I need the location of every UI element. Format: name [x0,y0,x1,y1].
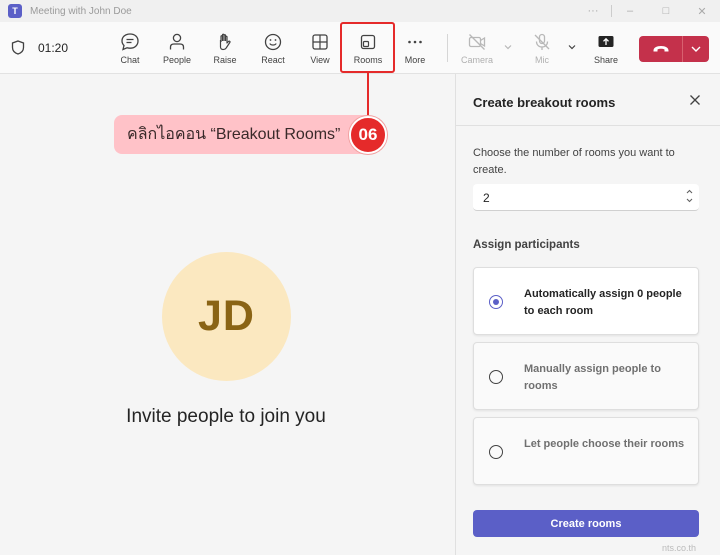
option-manual-assign[interactable]: Manually assign people to rooms [473,342,699,410]
avatar: JD [162,252,291,381]
camera-options-chevron-icon[interactable] [503,42,513,52]
chevron-up-icon[interactable] [685,187,694,196]
toolbar-divider [447,34,448,62]
room-count-description: Choose the number of rooms you want to c… [473,147,675,176]
raise-label: Raise [213,55,237,65]
teams-logo-icon: T [8,4,22,18]
phone-hangup-icon [653,46,668,52]
radio-auto-assign[interactable] [489,295,503,309]
more-button[interactable]: More [392,22,438,74]
chat-label: Chat [120,55,140,65]
mic-off-icon [534,33,550,50]
breakout-rooms-panel: Create breakout rooms Choose the number … [455,74,720,555]
share-button[interactable]: Share [583,22,629,74]
option-auto-assign[interactable]: Automatically assign 0 people to each ro… [473,267,699,335]
chat-icon [121,33,139,51]
radio-selected-dot [492,298,499,305]
smiley-icon [264,33,282,51]
more-label: More [404,55,426,65]
room-count-value: 2 [483,191,490,205]
chevron-down-icon[interactable] [685,196,694,205]
radio-let-choose[interactable] [489,445,503,459]
assign-heading: Assign participants [473,239,580,251]
meeting-timer: 01:20 [38,41,69,55]
share-label: Share [593,55,619,65]
close-icon[interactable] [689,94,701,106]
minimize-button[interactable]: – [612,0,648,22]
panel-title: Create breakout rooms [473,95,616,110]
room-count-stepper[interactable] [685,187,694,205]
mic-options-chevron-icon[interactable] [567,42,577,52]
annotation-callout: คลิกไอคอน “Breakout Rooms” [114,115,374,154]
mic-button[interactable]: Mic [519,22,565,74]
title-bar: T Meeting with John Doe ··· – □ ✕ [0,0,720,22]
annotation-connector [367,73,369,121]
shield-icon [11,40,25,55]
option-let-choose-label: Let people choose their rooms [524,438,685,450]
watermark: nts.co.th [662,543,697,553]
window-title: Meeting with John Doe [30,5,132,17]
share-icon [598,36,614,47]
rooms-highlight-box [340,22,395,73]
chat-button[interactable]: Chat [107,22,153,74]
grid-icon [312,34,328,50]
option-let-choose[interactable]: Let people choose their rooms [473,417,699,485]
raise-hand-icon [219,33,231,51]
window-controls: ··· – □ ✕ [575,0,720,22]
camera-label: Camera [460,55,493,65]
react-button[interactable]: React [250,22,296,74]
view-label: View [310,55,330,65]
leave-options-button[interactable] [683,36,709,62]
room-count-input[interactable]: 2 [473,184,699,211]
invite-message: Invite people to join you [126,406,326,427]
view-button[interactable]: View [297,22,343,74]
leave-meeting-button[interactable] [639,36,709,62]
option-manual-assign-label: Manually assign people to rooms [524,363,661,392]
camera-off-icon [468,34,486,50]
hang-up-button[interactable] [639,36,683,62]
camera-button[interactable]: Camera [454,22,500,74]
option-auto-assign-label: Automatically assign 0 people to each ro… [524,288,682,317]
react-label: React [261,55,285,65]
mic-label: Mic [535,55,549,65]
people-icon [169,33,185,50]
more-icon [408,40,422,44]
create-rooms-button[interactable]: Create rooms [473,510,699,537]
radio-manual-assign[interactable] [489,370,503,384]
panel-header: Create breakout rooms [456,74,720,126]
people-label: People [162,55,192,65]
maximize-button[interactable]: □ [648,0,684,22]
chevron-down-icon [691,46,701,52]
raise-hand-button[interactable]: Raise [202,22,248,74]
step-badge: 06 [349,116,387,154]
close-window-button[interactable]: ✕ [684,0,720,22]
people-button[interactable]: People [154,22,200,74]
window-more-button[interactable]: ··· [575,0,611,22]
